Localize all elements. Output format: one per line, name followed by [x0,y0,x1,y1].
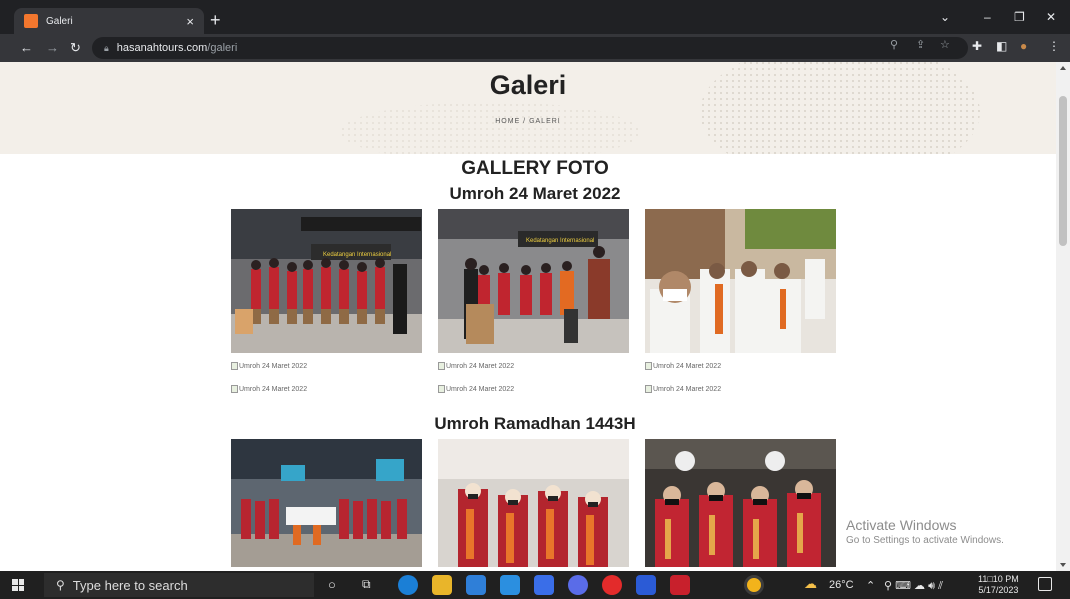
opera-icon[interactable] [602,575,622,595]
scrollbar-thumb[interactable] [1059,96,1067,246]
browser-toolbar: ← → ↻ 🔒︎ hasanahtours.com/galeri ⚲ ⇪ ☆ ✚… [0,34,1070,62]
broken-image-icon [231,385,238,393]
activate-windows-watermark: Activate Windows Go to Settings to activ… [846,517,1004,546]
broken-image-caption[interactable]: Umroh 24 Maret 2022 [438,385,514,393]
tab-close-icon[interactable]: × [186,14,194,29]
file-explorer-icon[interactable] [432,575,452,595]
tray-icons[interactable]: ⚲ ⌨ ☁ 🔊︎ ⫽ [884,579,943,593]
breadcrumb[interactable]: HOME / GALERI [0,118,1056,125]
chrome-icon[interactable] [744,575,764,595]
weather-temp[interactable]: 26°C [829,579,854,591]
taskbar-search-input[interactable]: ⚲ Type here to search [44,573,314,597]
banner-dots-decoration [340,102,640,154]
gallery-photo[interactable] [645,209,836,353]
scroll-up-arrow-icon[interactable] [1060,66,1066,70]
notification-icon[interactable] [1038,577,1052,591]
broken-image-icon [438,385,445,393]
watermark-line1: Activate Windows [846,517,957,533]
zoom-app-icon[interactable] [534,575,554,595]
reload-icon[interactable]: ↻ [70,40,81,56]
windows-start-icon[interactable] [12,579,24,591]
close-window-button[interactable]: ✕ [1046,10,1056,24]
minimize-button[interactable]: – [984,10,991,24]
app-icon[interactable] [568,575,588,595]
lock-icon: 🔒︎ [104,42,109,53]
album-title: Umroh Ramadhan 1443H [434,414,636,433]
weather-icon[interactable]: ☁ [804,576,817,592]
gallery-photo[interactable]: Kedatangan Internasional [231,209,422,353]
broken-image-icon [231,362,238,370]
gallery-heading: GALLERY FOTO [461,158,609,179]
browser-tab-strip: Galeri × + ⌄ – ❐ ✕ [0,0,1070,34]
svg-text:Kedatangan Internasional: Kedatangan Internasional [323,252,391,258]
taskbar-clock[interactable]: 11□10 PM 5/17/2023 [978,574,1019,596]
store-icon[interactable] [466,575,486,595]
broken-image-icon [645,385,652,393]
broken-image-caption[interactable]: Umroh 24 Maret 2022 [438,362,514,370]
album-title: Umroh 24 Maret 2022 [449,184,621,203]
page-banner: Galeri HOME / GALERI [0,62,1056,154]
tray-chevron-icon[interactable]: ⌃ [866,579,875,592]
browser-tab[interactable]: Galeri × [14,8,204,34]
windows-taskbar: ⚲ Type here to search ○ ⧉ ☁ 26°C ⌃ ⚲ ⌨ ☁… [0,571,1070,599]
task-view-icon[interactable]: ⧉ [362,577,371,592]
extensions-icon[interactable]: ✚ [972,39,982,53]
watermark-line2: Go to Settings to activate Windows. [846,535,1004,546]
search-placeholder: Type here to search [72,577,188,593]
scroll-down-arrow-icon[interactable] [1060,563,1066,567]
tab-title: Galeri [46,15,73,27]
page-scrollbar[interactable] [1056,62,1070,571]
back-arrow-icon[interactable]: ← [20,40,33,56]
word-icon[interactable] [636,575,656,595]
gallery-photo[interactable] [438,439,629,567]
menu-kebab-icon[interactable]: ⋮ [1048,39,1060,53]
broken-image-caption[interactable]: Umroh 24 Maret 2022 [231,385,307,393]
address-bar[interactable]: 🔒︎ hasanahtours.com/galeri [92,37,968,59]
gallery-photo[interactable] [645,439,836,567]
mail-icon[interactable] [500,575,520,595]
share-icon[interactable]: ⇪ [916,38,925,51]
zoom-icon[interactable]: ⚲ [890,38,898,51]
gallery-photo[interactable] [231,439,422,567]
cortana-icon[interactable]: ○ [328,577,336,592]
page-viewport: Galeri HOME / GALERI GALLERY FOTO Umroh … [0,62,1056,571]
side-panel-icon[interactable]: ◧ [996,39,1007,53]
app-icon-2[interactable] [670,575,690,595]
page-title: Galeri [489,70,567,100]
restore-button[interactable]: ❐ [1014,10,1025,24]
edge-icon[interactable] [398,575,418,595]
forward-arrow-icon[interactable]: → [46,40,59,56]
gallery-photo[interactable]: Kedatangan Internasional [438,209,629,353]
broken-image-caption[interactable]: Umroh 24 Maret 2022 [645,385,721,393]
url-path: /galeri [207,42,238,54]
profile-avatar-icon[interactable]: ● [1020,39,1027,53]
clock-time: 11□10 PM [978,574,1019,584]
broken-image-caption[interactable]: Umroh 24 Maret 2022 [231,362,307,370]
search-icon: ⚲ [56,578,65,592]
url-host: hasanahtours.com [116,42,208,54]
broken-image-icon [645,362,652,370]
site-favicon-icon [24,14,38,28]
broken-image-icon [438,362,445,370]
svg-text:Kedatangan Internasional: Kedatangan Internasional [526,238,594,244]
new-tab-button[interactable]: + [210,11,221,29]
clock-date: 5/17/2023 [978,585,1019,595]
bookmark-star-icon[interactable]: ☆ [940,38,950,51]
tab-search-icon[interactable]: ⌄ [940,10,950,24]
broken-image-caption[interactable]: Umroh 24 Maret 2022 [645,362,721,370]
